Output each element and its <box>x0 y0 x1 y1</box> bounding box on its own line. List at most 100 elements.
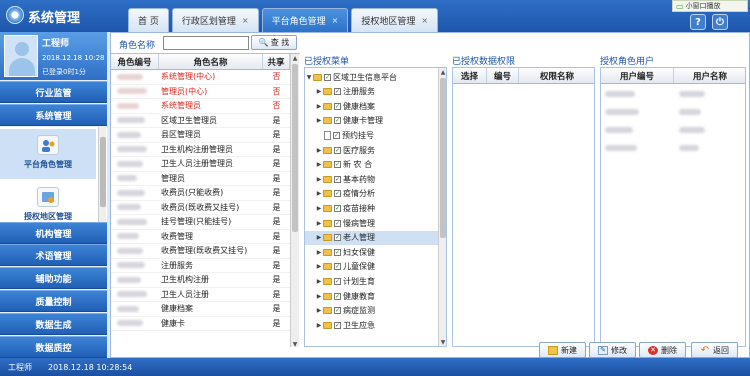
table-row[interactable] <box>601 122 745 138</box>
col-user-id[interactable]: 用户编号 <box>601 68 674 83</box>
table-row[interactable]: 注册服务 是 <box>111 259 290 273</box>
tree-checkbox[interactable]: ✓ <box>334 102 341 110</box>
table-row[interactable]: 收费员(只能收费) 是 <box>111 186 290 201</box>
expand-arrow-icon[interactable]: ▶ <box>315 161 323 168</box>
table-row[interactable]: 收费员(既收费又挂号) 是 <box>111 201 290 215</box>
expand-arrow-icon[interactable]: ▶ <box>315 234 323 241</box>
tree-node[interactable]: ▶ ✓ 计划生育 <box>305 274 439 288</box>
table-row[interactable]: 系统管理员 否 <box>111 99 290 114</box>
expand-arrow-icon[interactable]: ▶ <box>315 117 323 124</box>
menu-tree-scrollbar[interactable]: ▲ ▼ <box>438 68 446 346</box>
tree-node[interactable]: ▶ ✓ 妇女保健 <box>305 245 439 259</box>
table-row[interactable] <box>601 104 745 120</box>
tab-close-icon[interactable]: × <box>421 16 428 25</box>
tree-checkbox[interactable]: ✓ <box>334 307 341 315</box>
expand-arrow-icon[interactable]: ▶ <box>315 88 323 95</box>
tree-node[interactable]: ▶ ✓ 医疗服务 <box>305 143 439 157</box>
menu-institution[interactable]: 机构管理 <box>0 222 107 244</box>
expand-arrow-icon[interactable]: ▶ <box>315 249 323 256</box>
tree-checkbox[interactable]: ✓ <box>334 292 341 300</box>
expand-arrow-icon[interactable]: ▶ <box>315 263 323 270</box>
tree-node[interactable]: ▶ ✓ 健康卡管理 <box>305 114 439 128</box>
tree-checkbox[interactable]: ✓ <box>334 88 341 96</box>
col-role-id[interactable]: 角色编号 <box>111 54 159 69</box>
expand-arrow-icon[interactable]: ▶ <box>315 190 323 197</box>
tree-node[interactable]: ▶ ✓ 健康档案 <box>305 99 439 113</box>
tab-close-icon[interactable]: × <box>242 16 249 25</box>
edit-button[interactable]: ✎ 修改 <box>589 342 636 358</box>
tree-checkbox[interactable]: ✓ <box>334 321 341 329</box>
table-row[interactable]: 县区管理员 是 <box>111 128 290 143</box>
expand-arrow-icon[interactable]: ▼ <box>305 74 313 81</box>
table-row[interactable] <box>601 86 745 102</box>
tree-node[interactable]: ▶ ✓ 疫苗接种 <box>305 201 439 215</box>
tree-node-root[interactable]: ▼ ✓ 区域卫生信息平台 <box>305 70 439 84</box>
table-row[interactable]: 卫生机构注册 是 <box>111 273 290 288</box>
delete-button[interactable]: ✕ 删除 <box>639 342 686 358</box>
tree-node[interactable]: ▶ ✓ 基本药物 <box>305 172 439 186</box>
expand-arrow-icon[interactable]: ▶ <box>315 176 323 183</box>
sidebar-item-platform-role[interactable]: 平台角色管理 <box>0 129 96 179</box>
expand-arrow-icon[interactable]: ▶ <box>315 307 323 314</box>
tree-node[interactable]: ▶ ✓ 老人管理 <box>305 230 439 245</box>
table-row[interactable]: 卫生机构注册管理员 是 <box>111 143 290 157</box>
menu-quality-control[interactable]: 质量控制 <box>0 290 107 312</box>
table-row[interactable]: 卫生人员注册管理员 是 <box>111 157 290 172</box>
tab-auth-region[interactable]: 授权地区管理 × <box>351 8 439 32</box>
menu-data-qc[interactable]: 数据质控 <box>0 336 107 358</box>
tree-node[interactable]: ▶ ✓ 健康教育 <box>305 289 439 303</box>
menu-system-management[interactable]: 系统管理 <box>0 104 107 126</box>
expand-arrow-icon[interactable]: ▶ <box>315 103 323 110</box>
tree-checkbox[interactable]: ✓ <box>334 248 341 256</box>
back-button[interactable]: ↶ 返回 <box>691 342 738 358</box>
tree-checkbox[interactable]: ✓ <box>334 263 341 271</box>
search-button[interactable]: 🔍 查 找 <box>251 35 297 50</box>
submenu-scrollbar[interactable] <box>98 127 106 232</box>
tree-checkbox[interactable]: ✓ <box>334 117 341 125</box>
tree-checkbox[interactable]: ✓ <box>334 234 341 242</box>
tree-node[interactable]: ▶ ✓ 儿童保健 <box>305 260 439 274</box>
table-row[interactable]: 收费管理(既收费又挂号) 是 <box>111 244 290 259</box>
tree-checkbox[interactable]: ✓ <box>334 175 341 183</box>
menu-auxiliary[interactable]: 辅助功能 <box>0 267 107 289</box>
menu-industry-supervision[interactable]: 行业监管 <box>0 81 107 103</box>
col-shared[interactable]: 共享 <box>263 54 290 69</box>
expand-arrow-icon[interactable]: ▶ <box>315 293 323 300</box>
col-number[interactable]: 编号 <box>487 68 519 83</box>
table-row[interactable]: 挂号管理(只能挂号) 是 <box>111 215 290 230</box>
col-user-name[interactable]: 用户名称 <box>674 68 745 83</box>
tree-node[interactable]: ✓ 预约挂号 <box>305 128 439 142</box>
tree-node[interactable]: ▶ ✓ 慢病管理 <box>305 216 439 230</box>
table-row[interactable]: 收费管理 是 <box>111 230 290 244</box>
role-name-input[interactable] <box>163 36 249 50</box>
expand-arrow-icon[interactable]: ▶ <box>315 205 323 212</box>
role-grid-scrollbar[interactable]: ▲ ▼ <box>290 54 299 347</box>
tree-checkbox[interactable]: ✓ <box>334 277 341 285</box>
expand-arrow-icon[interactable]: ▶ <box>315 147 323 154</box>
tree-checkbox[interactable]: ✓ <box>334 146 341 154</box>
col-permission-name[interactable]: 权限名称 <box>519 68 594 83</box>
tree-checkbox[interactable]: ✓ <box>334 161 341 169</box>
tree-checkbox[interactable]: ✓ <box>334 204 341 212</box>
expand-arrow-icon[interactable]: ▶ <box>315 220 323 227</box>
tree-node[interactable]: ▶ ✓ 疫情分析 <box>305 187 439 201</box>
table-row[interactable]: 管理员 是 <box>111 172 290 186</box>
table-row[interactable]: 管理员(中心) 否 <box>111 85 290 99</box>
table-row[interactable]: 区域卫生管理员 是 <box>111 114 290 128</box>
help-icon[interactable]: ? <box>690 14 706 30</box>
tree-checkbox[interactable]: ✓ <box>334 219 341 227</box>
table-row[interactable]: 健康档案 是 <box>111 302 290 317</box>
menu-terminology[interactable]: 术语管理 <box>0 244 107 266</box>
table-row[interactable] <box>601 140 745 156</box>
col-role-name[interactable]: 角色名称 <box>159 54 263 69</box>
tree-node[interactable]: ▶ ✓ 病症监测 <box>305 304 439 318</box>
tab-admin-division[interactable]: 行政区划管理 × <box>171 8 259 32</box>
tab-home[interactable]: 首 页 <box>128 8 169 32</box>
tree-checkbox[interactable]: ✓ <box>324 73 331 81</box>
table-row[interactable]: 健康卡 是 <box>111 317 290 331</box>
menu-data-generation[interactable]: 数据生成 <box>0 313 107 335</box>
tree-node[interactable]: ▶ ✓ 注册服务 <box>305 85 439 99</box>
power-icon[interactable]: ⏻ <box>712 14 728 30</box>
mini-window-button[interactable]: ▭ 小窗口播放 <box>672 0 748 12</box>
tree-node[interactable]: ▶ ✓ 卫生应急 <box>305 318 439 332</box>
